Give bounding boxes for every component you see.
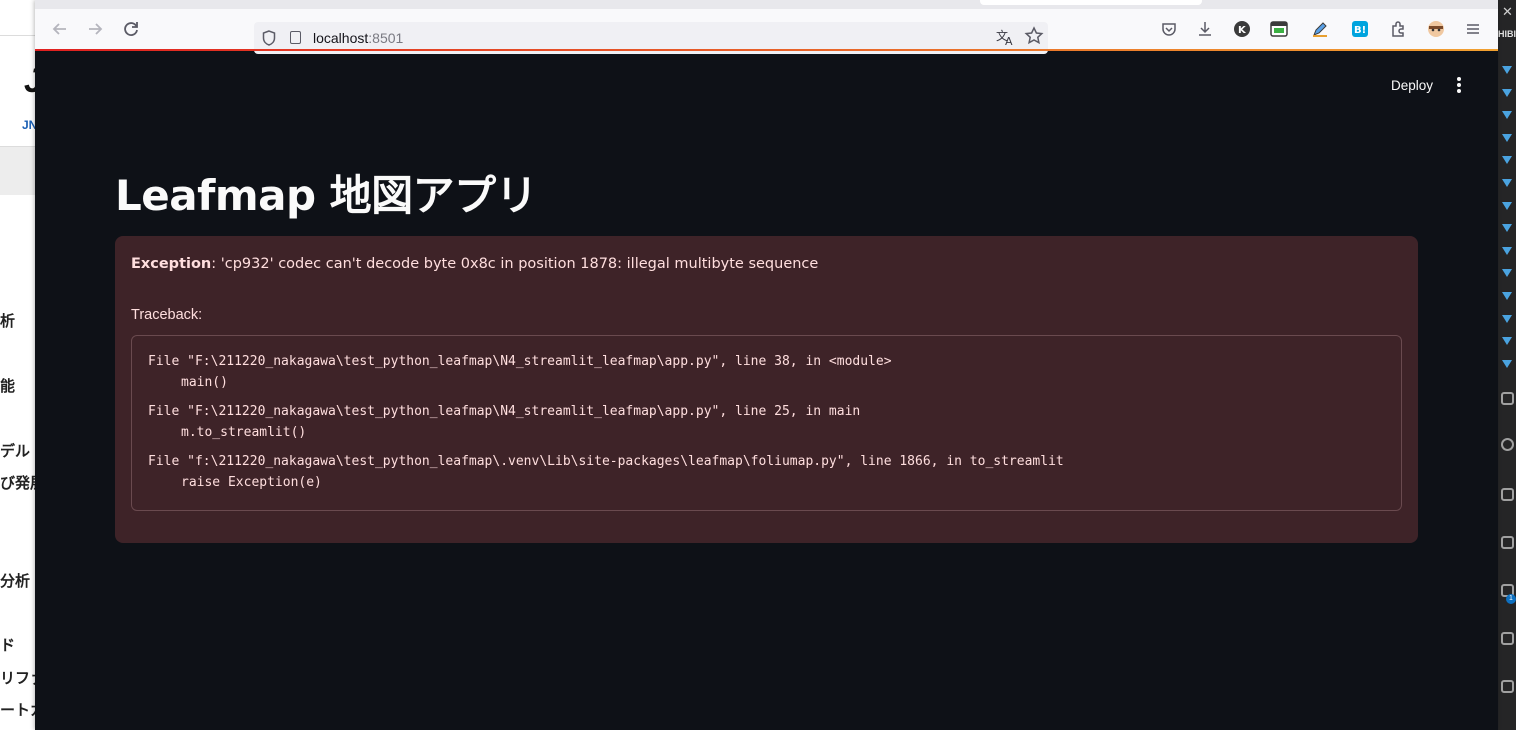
arrow-down-icon — [1502, 66, 1512, 74]
arrow-down-icon — [1502, 111, 1512, 120]
exception-label: Exception — [131, 256, 212, 272]
background-logo-sub: JN — [22, 118, 36, 132]
download-arrows — [1500, 66, 1514, 382]
svg-text:K: K — [1238, 25, 1247, 36]
traceback-frame: File "f:\211220_nakagawa\test_python_lea… — [148, 451, 1064, 493]
translate-icon[interactable]: 文A — [996, 28, 1016, 50]
arrow-down-icon — [1502, 337, 1512, 346]
background-text: 析 — [0, 312, 16, 330]
divider — [0, 35, 36, 36]
arrow-down-icon — [1502, 291, 1512, 300]
arrow-down-icon — [1502, 224, 1512, 233]
back-icon[interactable] — [49, 18, 71, 40]
arrow-down-icon — [1502, 201, 1512, 210]
frame-location: File "F:\211220_nakagawa\test_python_lea… — [148, 404, 861, 419]
traceback-label: Traceback: — [131, 307, 203, 323]
close-icon[interactable]: ✕ — [1502, 4, 1513, 20]
background-editor-right: ✕ HIBI 1 — [1498, 0, 1516, 730]
url-port: :8501 — [368, 30, 404, 46]
frame-code: main() — [181, 375, 228, 390]
pen-icon[interactable] — [1311, 20, 1329, 38]
exception-message: Exception: 'cp932' codec can't decode by… — [131, 256, 818, 272]
page-title: Leafmap 地図アプリ — [115, 171, 538, 220]
notification-badge: 1 — [1506, 594, 1516, 604]
arrow-down-icon — [1502, 133, 1512, 142]
hamburger-menu-icon[interactable] — [1464, 20, 1482, 38]
source-control-icon[interactable] — [1501, 488, 1514, 501]
background-text: 能 — [0, 377, 16, 395]
kagi-icon[interactable]: K — [1233, 20, 1251, 38]
svg-text:A: A — [1005, 35, 1013, 46]
traceback-frame: File "F:\211220_nakagawa\test_python_lea… — [148, 401, 860, 443]
arrow-down-icon — [1502, 359, 1512, 368]
frame-location: File "F:\211220_nakagawa\test_python_lea… — [148, 354, 892, 369]
hatena-bookmark-icon[interactable]: B! — [1351, 20, 1369, 38]
explorer-icon[interactable] — [1501, 392, 1514, 405]
background-text: ートカ — [0, 701, 36, 719]
pocket-icon[interactable] — [1160, 20, 1178, 38]
exception-alert: Exception: 'cp932' codec can't decode by… — [115, 236, 1418, 543]
arrow-down-icon — [1502, 156, 1512, 165]
frame-location: File "f:\211220_nakagawa\test_python_lea… — [148, 454, 1064, 469]
search-icon[interactable] — [1501, 438, 1514, 451]
remote-icon[interactable] — [1501, 632, 1514, 645]
background-label: HIBI — [1498, 29, 1516, 39]
browser-window: localhost:8501 文A K B! Deploy Leafmap 地図… — [35, 0, 1498, 730]
profile-avatar-icon[interactable] — [1427, 20, 1445, 38]
tab-strip — [35, 0, 1498, 9]
arrow-down-icon — [1502, 246, 1512, 255]
exception-text: : 'cp932' codec can't decode byte 0x8c i… — [211, 256, 819, 272]
background-text: デル — [0, 442, 31, 460]
forward-icon[interactable] — [84, 18, 106, 40]
background-band — [0, 147, 36, 195]
run-debug-icon[interactable] — [1501, 536, 1514, 549]
svg-text:B!: B! — [1354, 25, 1366, 36]
url-text[interactable]: localhost:8501 — [313, 30, 403, 46]
arrow-down-icon — [1502, 88, 1512, 97]
frame-code: m.to_streamlit() — [181, 425, 307, 440]
arrow-down-icon — [1502, 178, 1512, 187]
traceback-box[interactable]: File "F:\211220_nakagawa\test_python_lea… — [131, 335, 1402, 511]
background-text: ド — [0, 636, 16, 654]
active-tab-edge[interactable] — [980, 0, 1202, 5]
frame-code: raise Exception(e) — [181, 475, 322, 490]
page-load-progress-bar — [35, 49, 1498, 51]
arrow-down-icon — [1502, 269, 1512, 278]
download-icon[interactable] — [1196, 20, 1214, 38]
url-host: localhost — [313, 30, 369, 46]
background-text: 分析 — [0, 572, 31, 590]
navigation-toolbar: localhost:8501 文A K B! — [35, 9, 1498, 54]
arrow-down-icon — [1502, 314, 1512, 323]
page-icon[interactable] — [290, 31, 301, 44]
background-text: リファ — [0, 669, 36, 687]
deploy-button[interactable]: Deploy — [1391, 78, 1433, 93]
reload-icon[interactable] — [120, 18, 142, 40]
calendar-icon[interactable] — [1270, 20, 1288, 38]
background-window-left: J JN 析 能 デル び発展 分析 ド リファ ートカ — [0, 0, 36, 730]
shield-icon[interactable] — [262, 30, 276, 46]
more-options-icon[interactable] — [1453, 77, 1465, 95]
traceback-frame: File "F:\211220_nakagawa\test_python_lea… — [148, 351, 892, 393]
extensions-icon[interactable] — [1389, 20, 1407, 38]
testing-icon[interactable] — [1501, 680, 1514, 693]
background-text: び発展 — [0, 474, 36, 492]
